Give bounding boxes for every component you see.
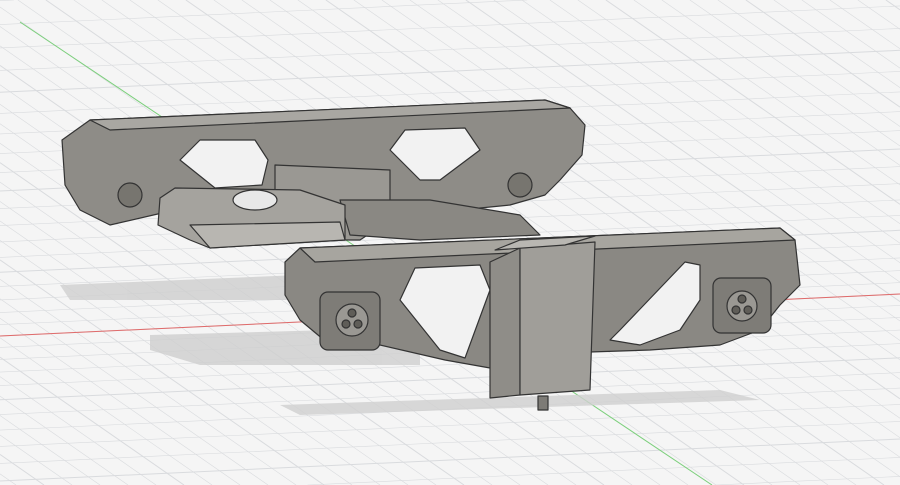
grid-line xyxy=(0,404,900,447)
back-axle-box-right xyxy=(507,172,533,198)
coupler-hole xyxy=(232,189,278,211)
center-block-front xyxy=(519,241,596,396)
grid-line xyxy=(0,0,14,1)
front-axle-box-left xyxy=(319,291,381,351)
grid-line xyxy=(0,421,900,464)
grid-line xyxy=(0,337,213,485)
grid-line xyxy=(715,476,900,485)
grid-line xyxy=(745,0,900,108)
grid-line xyxy=(0,279,297,485)
grid-line xyxy=(0,28,900,71)
center-block-face xyxy=(489,247,521,399)
back-axle-box-left xyxy=(117,182,143,208)
grid-line xyxy=(0,473,17,485)
grid-line xyxy=(307,457,900,485)
coupler-nose xyxy=(189,221,346,249)
grid-line xyxy=(801,0,900,69)
grid-line xyxy=(633,0,900,186)
3d-viewport[interactable] xyxy=(0,0,900,485)
pivot-pin xyxy=(537,395,549,411)
grid-line xyxy=(0,376,157,485)
bogie-model[interactable] xyxy=(61,99,801,411)
grid-line xyxy=(885,0,900,11)
grid-line xyxy=(857,0,900,30)
grid-line xyxy=(0,434,73,485)
grid-line xyxy=(0,5,900,49)
grid-line xyxy=(717,0,900,127)
grid-line xyxy=(0,356,185,485)
front-axle-box-right xyxy=(712,277,772,334)
